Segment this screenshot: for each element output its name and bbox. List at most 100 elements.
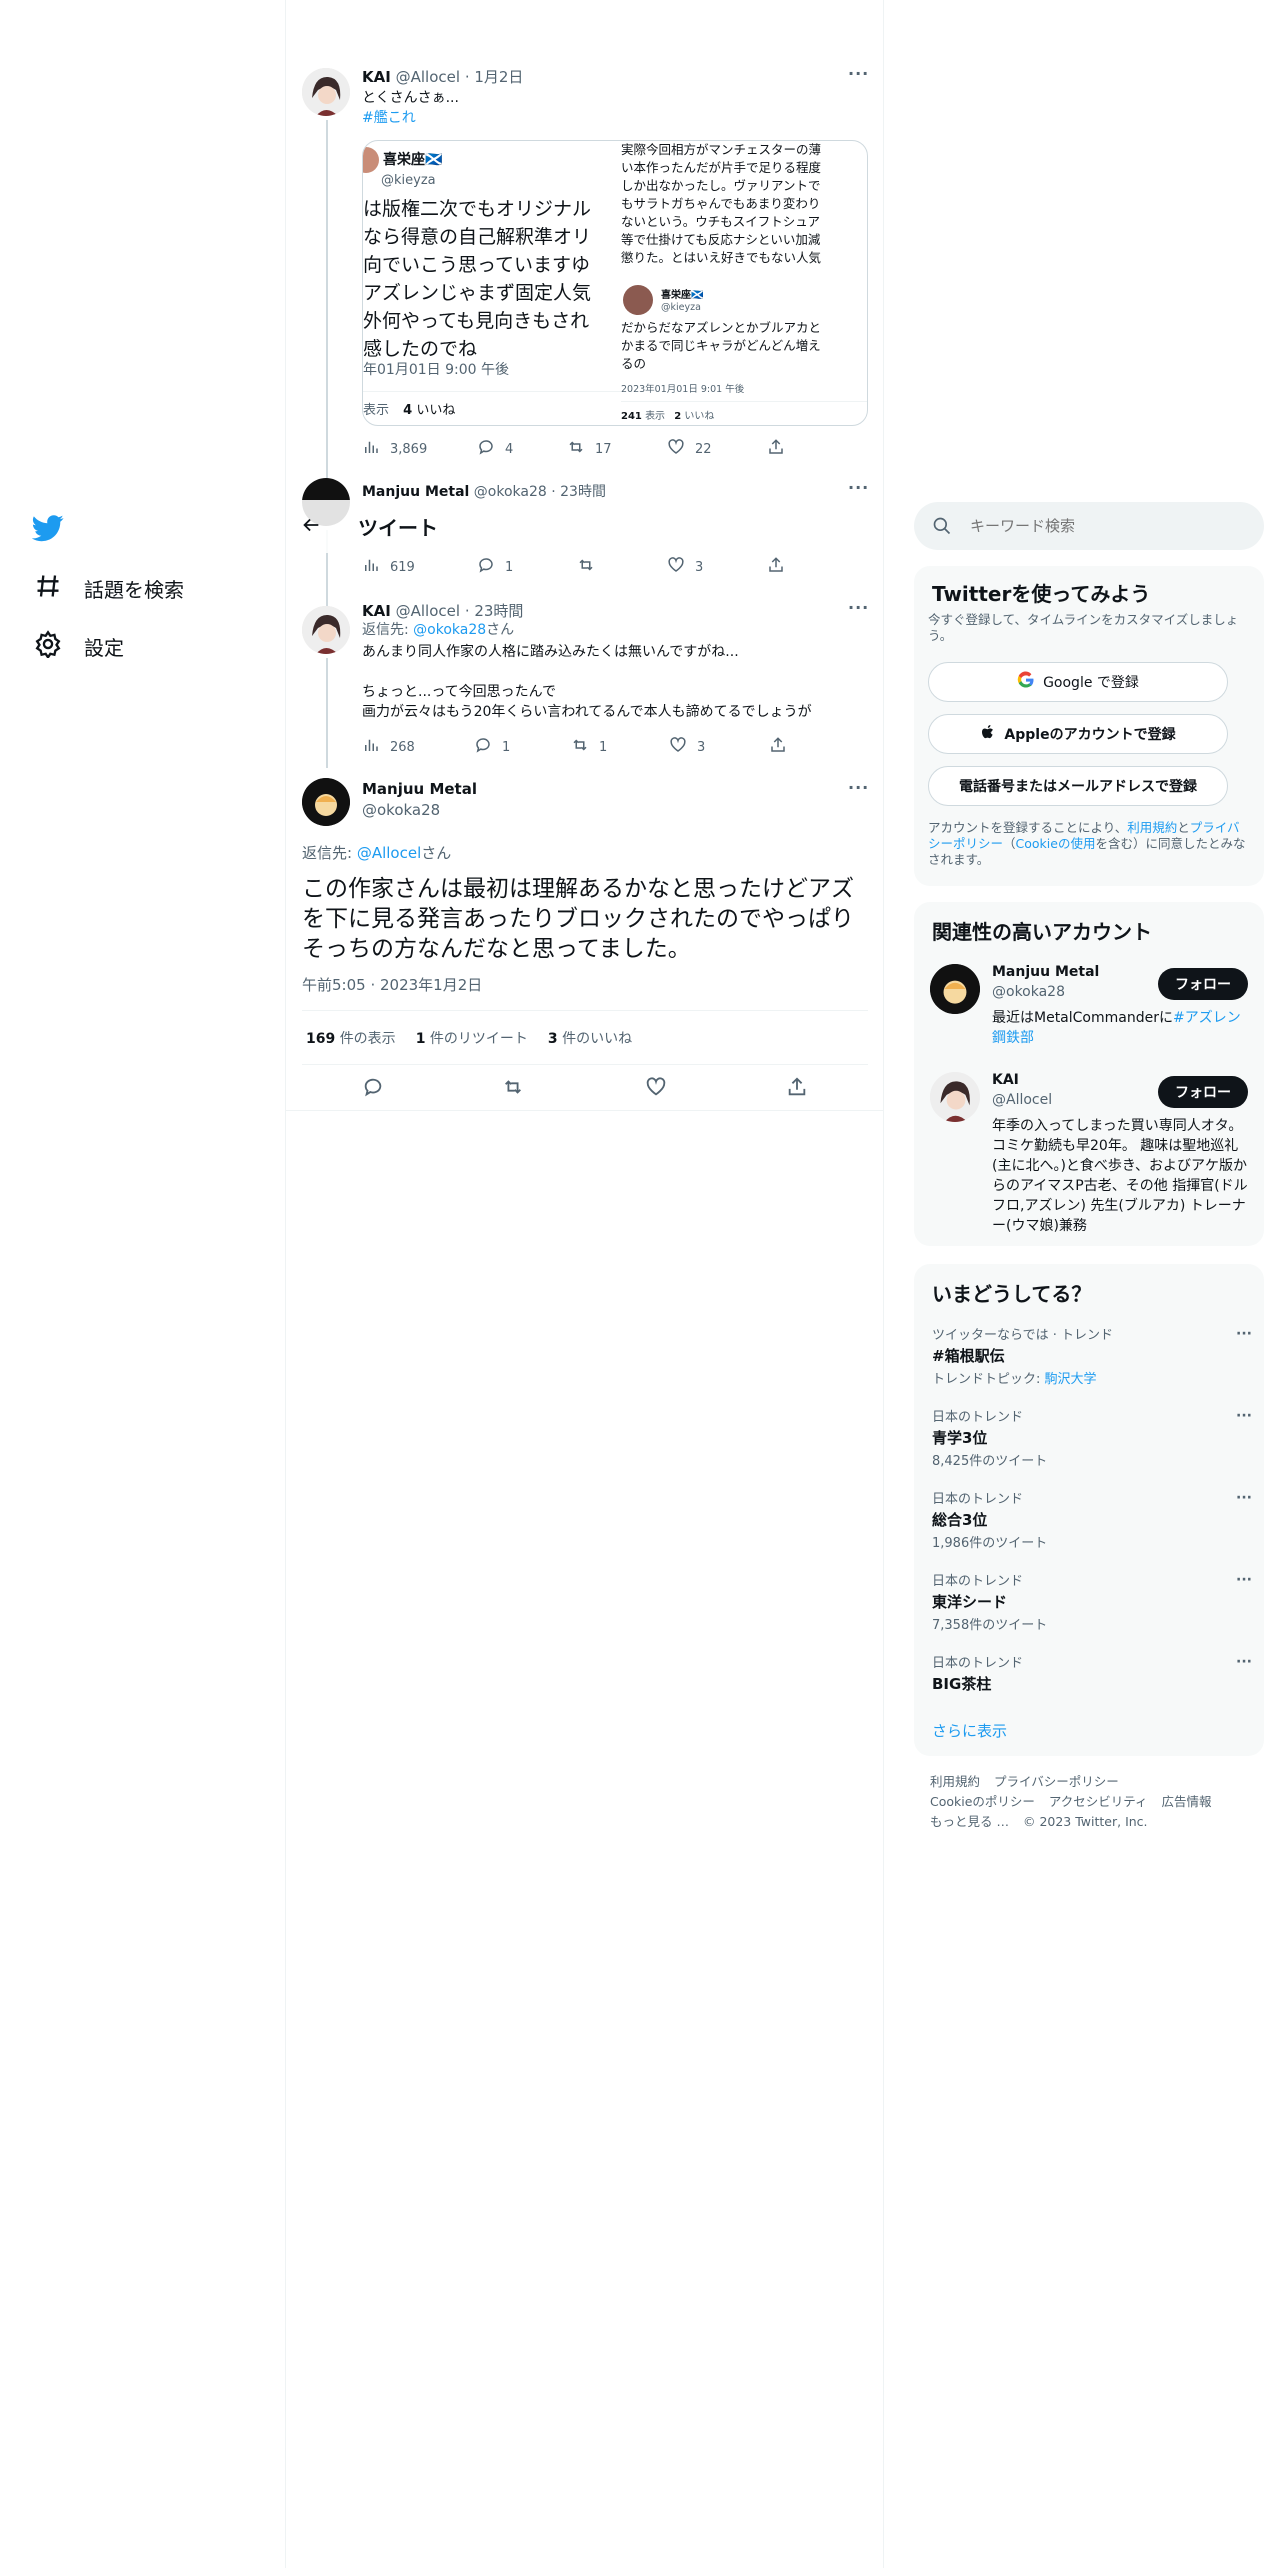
nav-explore[interactable]: 話題を検索 — [34, 572, 184, 605]
reply-to-link[interactable]: @okoka28 — [413, 622, 486, 638]
account-name[interactable]: Manjuu Metal — [992, 964, 1099, 980]
account-bio: 最近はMetalCommanderに#アズレン鋼鉄部 — [992, 1010, 1241, 1046]
trend-item[interactable]: 日本のトレンド 青学3位 8,425件のツイート ··· — [932, 1406, 1252, 1469]
avatar[interactable] — [302, 68, 350, 116]
author-handle[interactable]: @Allocel — [396, 602, 460, 620]
avatar — [363, 147, 379, 173]
author-name[interactable]: Manjuu Metal — [362, 780, 477, 798]
more-icon[interactable]: ··· — [848, 478, 869, 497]
views-button[interactable]: 619 — [362, 556, 477, 578]
retweet-button[interactable] — [502, 1076, 524, 1102]
tweet-author[interactable]: KAI @Allocel · 1月2日 — [362, 66, 523, 87]
signup-title: Twitterを使ってみよう — [932, 582, 1151, 606]
trend-item[interactable]: 日本のトレンド BIG茶柱 ··· — [932, 1652, 1252, 1694]
hashtag-link[interactable]: #艦これ — [362, 108, 416, 128]
more-icon[interactable]: ··· — [848, 64, 869, 83]
terms-link[interactable]: 利用規約 — [1127, 820, 1177, 835]
trend-item[interactable]: ツイッターならでは · トレンド #箱根駅伝 トレンドトピック: 駒沢大学 ··… — [932, 1324, 1252, 1387]
tweet-image[interactable]: 喜栄座🏴󠁧󠁢󠁳󠁣󠁴󠁿 @kieyza は版権二次でもオリジナル なら得意の自己解… — [362, 140, 868, 426]
more-icon[interactable]: ··· — [1236, 1654, 1252, 1670]
trends-title: いまどうしてる？ — [932, 1282, 1092, 1306]
thread-line — [326, 120, 328, 480]
quoted-date: 2023年01月01日 9:01 午後 — [621, 384, 745, 395]
follow-button[interactable]: フォロー — [1158, 1076, 1248, 1108]
back-arrow-icon[interactable] — [300, 514, 322, 540]
search-input[interactable] — [970, 512, 1240, 540]
footer-terms-link[interactable]: 利用規約 — [930, 1774, 980, 1789]
apple-signup-button[interactable]: Appleのアカウントで登録 — [928, 714, 1228, 754]
signup-subtitle: 今すぐ登録して、タイムラインをカスタマイズしましょう。 — [928, 612, 1239, 643]
like-stat[interactable]: 3 件のいいね — [548, 1028, 632, 1048]
tweet-time[interactable]: · 1月2日 — [465, 68, 524, 86]
reply-button[interactable] — [362, 1076, 384, 1102]
like-button[interactable]: 3 — [669, 736, 769, 758]
author-name[interactable]: KAI — [362, 602, 391, 620]
more-icon[interactable]: ··· — [1236, 1490, 1252, 1506]
tweet-text: あんまり同人作家の人格に踏み込みたくは無いんですがね... — [362, 644, 739, 660]
account-handle[interactable]: @Allocel — [992, 1092, 1052, 1108]
footer-privacy-link[interactable]: プライバシーポリシー — [994, 1774, 1119, 1789]
avatar[interactable] — [930, 964, 980, 1014]
retweet-icon — [502, 1080, 524, 1102]
share-button[interactable] — [767, 556, 785, 578]
tweet-author[interactable]: KAI @Allocel · 23時間 — [362, 600, 523, 621]
share-button[interactable] — [786, 1076, 808, 1102]
retweet-stat[interactable]: 1 件のリツイート — [416, 1028, 528, 1048]
avatar[interactable] — [930, 1072, 980, 1122]
trend-topic-link[interactable]: 駒沢大学 — [1045, 1372, 1097, 1387]
tweet-actions: 619 1 3 — [362, 556, 785, 578]
share-icon — [786, 1077, 808, 1102]
retweet-button[interactable]: 17 — [567, 438, 667, 460]
twitter-logo-icon[interactable] — [31, 512, 64, 548]
reply-to-link[interactable]: @Allocel — [357, 844, 421, 862]
author-name[interactable]: KAI — [362, 68, 391, 86]
tweet-author[interactable]: Manjuu Metal @okoka28 · 23時間 — [362, 481, 606, 501]
tweet-timestamp[interactable]: 午前5:05 · 2023年1月2日 — [302, 974, 482, 995]
trend-item[interactable]: 日本のトレンド 東洋シード 7,358件のツイート ··· — [932, 1570, 1252, 1633]
footer-more-link[interactable]: もっと見る … — [930, 1814, 1009, 1829]
share-button[interactable] — [767, 438, 785, 460]
more-icon[interactable]: ··· — [1236, 1326, 1252, 1342]
reply-button[interactable]: 1 — [474, 736, 571, 758]
account-name[interactable]: KAI — [992, 1072, 1019, 1088]
reply-button[interactable]: 4 — [477, 438, 567, 460]
share-button[interactable] — [769, 736, 787, 758]
more-icon[interactable]: ··· — [1236, 1408, 1252, 1424]
author-handle[interactable]: @Allocel — [396, 68, 460, 86]
like-button[interactable] — [645, 1076, 667, 1102]
nav-settings[interactable]: 設定 — [34, 630, 124, 663]
views-icon — [362, 736, 380, 758]
avatar — [623, 285, 653, 315]
like-button[interactable]: 3 — [667, 556, 767, 578]
more-icon[interactable]: ··· — [848, 778, 869, 797]
tweet-time[interactable]: · 23時間 — [465, 602, 524, 620]
author-handle[interactable]: @okoka28 — [474, 484, 547, 500]
footer-cookie-link[interactable]: Cookieのポリシー — [930, 1794, 1035, 1809]
author-handle[interactable]: @okoka28 — [362, 801, 440, 819]
views-button[interactable]: 268 — [362, 736, 474, 758]
follow-button[interactable]: フォロー — [1158, 968, 1248, 1000]
reply-button[interactable]: 1 — [477, 556, 577, 578]
more-icon[interactable]: ··· — [1236, 1572, 1252, 1588]
trend-item[interactable]: 日本のトレンド 総合3位 1,986件のツイート ··· — [932, 1488, 1252, 1551]
retweet-button[interactable]: 1 — [571, 736, 669, 758]
views-stat[interactable]: 169 件の表示 — [306, 1028, 396, 1048]
account-handle[interactable]: @okoka28 — [992, 984, 1065, 1000]
quoted-name: 喜栄座🏴󠁧󠁢󠁳󠁣󠁴󠁿 — [661, 290, 704, 301]
google-signup-button[interactable]: Google で登録 — [928, 662, 1228, 702]
retweet-button[interactable] — [577, 556, 667, 578]
avatar[interactable] — [302, 778, 350, 826]
author-name[interactable]: Manjuu Metal — [362, 484, 469, 500]
show-more-link[interactable]: さらに表示 — [932, 1720, 1007, 1741]
more-icon[interactable]: ··· — [848, 598, 869, 617]
search-box[interactable] — [914, 502, 1264, 550]
like-count: 22 — [695, 441, 712, 457]
views-button[interactable]: 3,869 — [362, 438, 477, 460]
phone-email-signup-button[interactable]: 電話番号またはメールアドレスで登録 — [928, 766, 1228, 806]
tweet-time[interactable]: · 23時間 — [551, 484, 606, 500]
avatar[interactable] — [302, 606, 350, 654]
footer-accessibility-link[interactable]: アクセシビリティ — [1049, 1794, 1148, 1809]
like-button[interactable]: 22 — [667, 438, 767, 460]
footer-ads-link[interactable]: 広告情報 — [1162, 1794, 1212, 1809]
cookie-link[interactable]: Cookieの使用 — [1016, 836, 1096, 851]
